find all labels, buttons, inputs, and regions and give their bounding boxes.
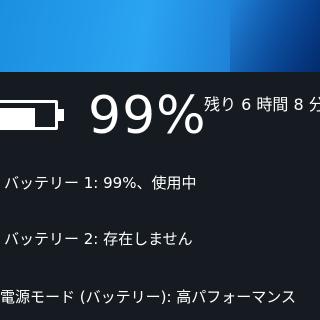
battery-full-icon <box>0 100 66 136</box>
battery-percent: 99% <box>88 86 207 146</box>
time-remaining: 残り 6 時間 8 分 <box>204 95 320 114</box>
battery2-status: バッテリー 2: 存在しません <box>4 230 193 248</box>
desktop-background <box>0 0 320 72</box>
screen: 99% 残り 6 時間 8 分 バッテリー 1: 99%、使用中 バッテリー 2… <box>0 0 320 320</box>
power-mode-label: 電源モード (バッテリー): 高パフォーマンス <box>0 288 296 306</box>
battery1-status: バッテリー 1: 99%、使用中 <box>4 174 197 192</box>
battery-tip <box>58 109 64 121</box>
battery-body <box>0 100 58 130</box>
battery-level-fill <box>0 108 35 128</box>
